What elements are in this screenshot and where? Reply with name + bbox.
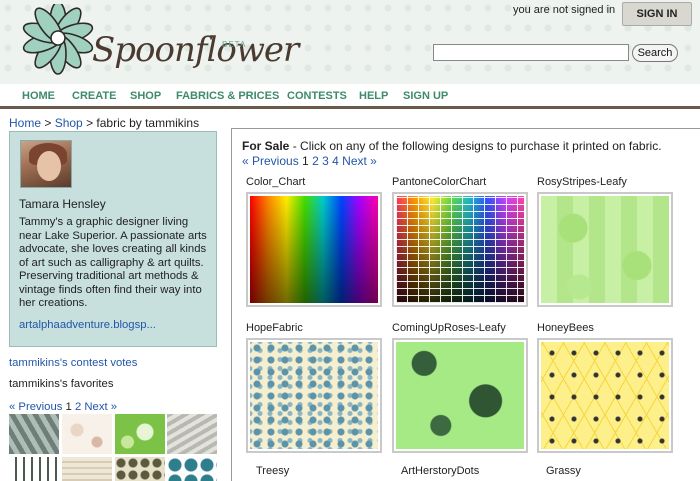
designs-pager: « Previous 1 2 3 4 Next » [242,154,377,168]
design-title[interactable]: Color_Chart [246,176,305,188]
design-card[interactable]: HoneyBees [537,322,677,458]
design-card[interactable]: HopeFabric [246,322,386,458]
design-card[interactable]: Color_Chart [246,176,386,312]
favorite-thumbnail[interactable] [115,457,165,481]
signin-status: you are not signed in [513,4,616,16]
breadcrumb-home[interactable]: Home [9,116,41,130]
design-image[interactable] [250,196,378,303]
design-card[interactable]: PantoneColorChart [392,176,532,312]
flower-logo-icon[interactable] [18,4,102,76]
site-header: Spoonflower BETA you are not signed in S… [0,0,700,84]
designer-blog-link[interactable]: artalphaadventure.blogsp... [19,319,156,331]
design-image-frame[interactable] [392,338,528,453]
fav-page-1: 1 [65,401,72,413]
pager-page-4[interactable]: 4 [332,154,339,168]
pager-prev-link[interactable]: « Previous [242,154,299,168]
avatar [20,140,72,188]
favorite-thumbnail[interactable] [115,414,165,454]
designer-bio: Tammy's a graphic designer living near L… [19,216,207,309]
nav-sign-up[interactable]: SIGN UP [403,90,448,102]
nav-fabrics-prices[interactable]: FABRICS & PRICES [176,90,279,102]
favorite-thumbnail[interactable] [9,457,59,481]
favorites-grid [9,414,217,481]
design-image-frame[interactable] [246,192,382,307]
design-image-frame[interactable] [246,338,382,453]
for-sale-label: For Sale [242,139,290,153]
breadcrumb-separator: > [41,116,55,130]
fav-next-link[interactable]: Next » [84,401,117,413]
design-image-frame[interactable] [392,192,528,307]
design-title[interactable]: ComingUpRoses-Leafy [392,322,506,334]
nav-home[interactable]: HOME [22,90,55,102]
design-card[interactable]: ComingUpRoses-Leafy [392,322,532,458]
design-card[interactable]: RosyStripes-Leafy [537,176,677,312]
design-image[interactable] [541,342,669,449]
favorites-pager: « Previous 1 2 Next » [9,401,117,413]
nav-contests[interactable]: CONTESTS [287,90,347,102]
design-image[interactable] [396,196,524,303]
nav-create[interactable]: CREATE [72,90,116,102]
for-sale-instructions: - Click on any of the following designs … [289,139,662,153]
contest-votes-link[interactable]: tammikins's contest votes [9,357,137,369]
nav-shop[interactable]: SHOP [130,90,161,102]
design-card[interactable]: Grassy [546,465,686,481]
design-image-frame[interactable] [537,192,673,307]
favorite-thumbnail[interactable] [9,414,59,454]
favorites-heading: tammikins's favorites [9,378,114,390]
search-input[interactable] [433,44,629,61]
nav-help[interactable]: HELP [359,90,388,102]
design-card[interactable]: Treesy [256,465,396,481]
design-title[interactable]: HoneyBees [537,322,594,334]
favorite-thumbnail[interactable] [167,414,217,454]
designs-panel: For Sale - Click on any of the following… [231,128,700,481]
for-sale-text: For Sale - Click on any of the following… [242,139,662,153]
pager-page-3[interactable]: 3 [322,154,329,168]
pager-next-link[interactable]: Next » [342,154,377,168]
beta-tag: BETA [222,40,247,49]
favorite-thumbnail[interactable] [62,457,112,481]
design-title[interactable]: PantoneColorChart [392,176,486,188]
search-button[interactable]: Search [632,44,678,62]
main-nav: HOME CREATE SHOP FABRICS & PRICES CONTES… [0,84,700,109]
design-title[interactable]: ArtHerstoryDots [401,465,479,477]
favorite-thumbnail[interactable] [62,414,112,454]
breadcrumb-current: > fabric by tammikins [82,116,200,130]
design-title[interactable]: HopeFabric [246,322,303,334]
design-image-frame[interactable] [537,338,673,453]
design-image[interactable] [541,196,669,303]
design-image[interactable] [250,342,378,449]
design-title[interactable]: RosyStripes-Leafy [537,176,627,188]
design-card[interactable]: ArtHerstoryDots [401,465,541,481]
pager-page-1: 1 [302,154,309,168]
design-image[interactable] [396,342,524,449]
sign-in-button[interactable]: SIGN IN [622,2,692,26]
design-title[interactable]: Grassy [546,465,581,477]
designer-name: Tamara Hensley [19,197,106,211]
logo-wordmark[interactable]: Spoonflower [92,30,299,70]
fav-page-2[interactable]: 2 [75,401,81,413]
pager-page-2[interactable]: 2 [312,154,319,168]
favorite-thumbnail[interactable] [167,457,217,481]
breadcrumb-shop[interactable]: Shop [55,116,83,130]
design-title[interactable]: Treesy [256,465,289,477]
designer-profile: Tamara Hensley Tammy's a graphic designe… [9,131,217,347]
fav-prev-link[interactable]: « Previous [9,401,62,413]
breadcrumb: Home > Shop > fabric by tammikins [9,116,199,130]
